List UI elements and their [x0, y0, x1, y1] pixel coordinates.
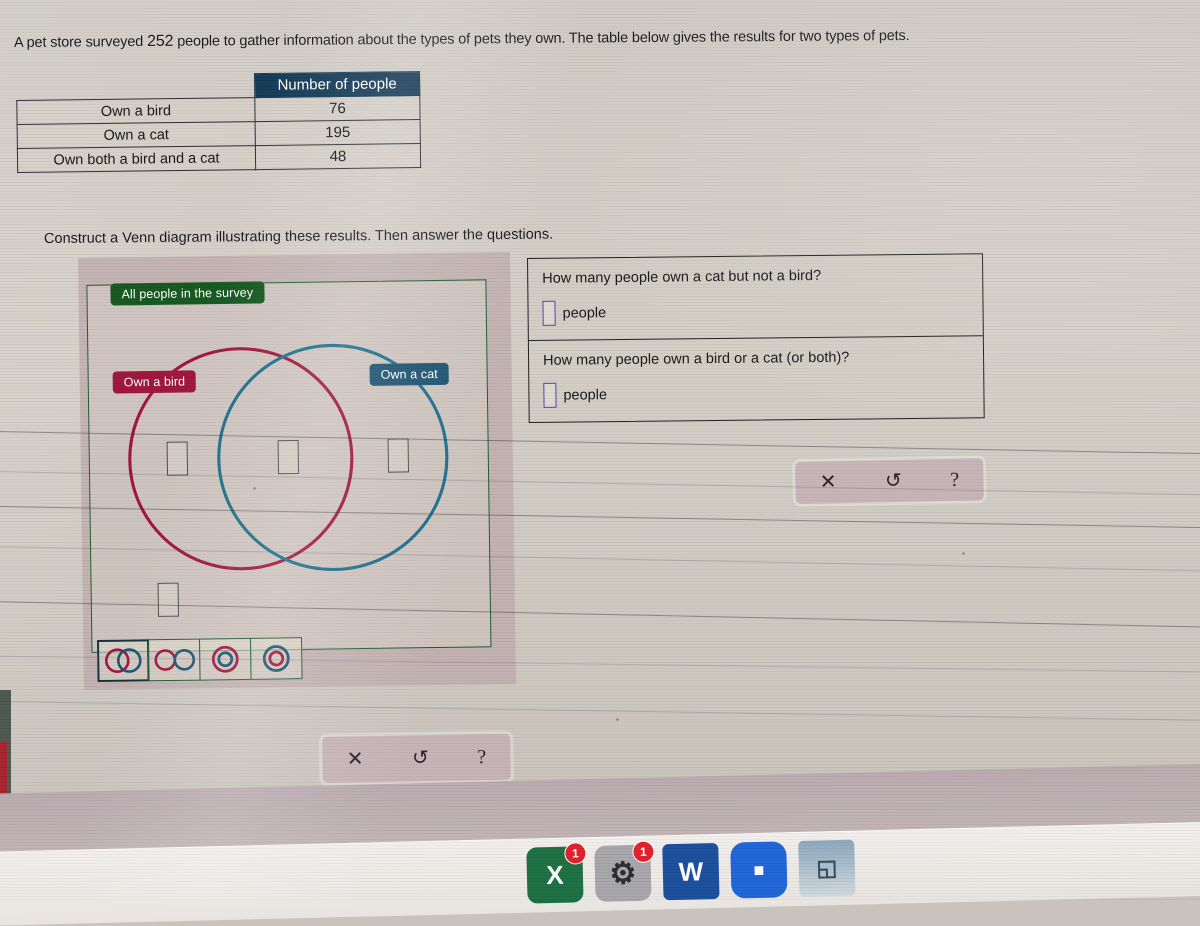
problem-intro-before: A pet store surveyed: [13, 33, 148, 51]
clear-icon[interactable]: ✕: [343, 748, 368, 770]
question-answer-row: people: [542, 296, 968, 326]
answer-input-cat-not-bird[interactable]: [542, 300, 556, 326]
question-answer-row: people: [543, 378, 969, 408]
venn-input-cat-only[interactable]: [387, 438, 410, 473]
venn-diagram-panel: All people in the survey Own a bird Own …: [78, 251, 516, 690]
undo-icon[interactable]: ↺: [408, 747, 433, 769]
dock-icon-word[interactable]: W: [662, 842, 720, 901]
table-header-number-of-people: Number of people: [254, 71, 420, 98]
venn-action-toolbar: ✕ ↺ ?: [318, 729, 515, 787]
dust-speck: [616, 718, 619, 721]
system-preferences-badge: 1: [632, 840, 655, 864]
word-icon: W: [678, 855, 704, 887]
preview-icon: ◱: [816, 855, 838, 881]
problem-intro-after: people to gather information about the t…: [173, 27, 910, 50]
undo-icon[interactable]: ↺: [881, 470, 906, 492]
table-row-value: 76: [254, 95, 421, 122]
question-text: How many people own a cat but not a bird…: [542, 267, 822, 287]
disjoint-circles-icon: [154, 648, 196, 671]
question-block: How many people own a bird or a cat (or …: [528, 335, 984, 422]
venn-input-both[interactable]: [277, 439, 300, 475]
overlapping-circles-icon: [104, 648, 142, 674]
excel-icon: X: [545, 859, 564, 890]
gear-icon: ⚙: [609, 856, 637, 891]
table-row-label: Own both a bird and a cat: [17, 145, 256, 173]
dust-speck: [253, 487, 256, 490]
palette-option-bird-inside-cat[interactable]: [249, 637, 303, 680]
questions-toolbar-inner: ✕ ↺ ?: [795, 458, 984, 504]
video-camera-icon: ■: [753, 859, 765, 880]
question-block: How many people own a cat but not a bird…: [528, 254, 983, 340]
venn-input-neither[interactable]: [157, 582, 180, 617]
venn-cat-label: Own a cat: [369, 362, 449, 386]
questions-card: How many people own a cat but not a bird…: [527, 253, 985, 423]
venn-universe-label: All people in the survey: [110, 281, 265, 306]
questions-action-toolbar: ✕ ↺ ?: [791, 454, 988, 508]
table-row-value: 195: [255, 119, 421, 146]
dock-icon-preview[interactable]: ◱: [798, 839, 856, 897]
table-row-label: Own a cat: [17, 121, 256, 149]
table-corner-cell: [17, 74, 255, 101]
answer-input-bird-or-cat[interactable]: [543, 382, 557, 408]
help-icon[interactable]: ?: [946, 469, 963, 491]
table-row-label: Own a bird: [16, 97, 256, 125]
venn-input-bird-only[interactable]: [166, 441, 189, 476]
results-table: Number of people Own a bird 76 Own a cat…: [16, 71, 421, 173]
excel-badge: 1: [564, 842, 587, 865]
nested-circles-teal-outer-icon: [262, 645, 290, 672]
venn-bird-label: Own a bird: [112, 370, 197, 394]
results-table-wrapper: Number of people Own a bird 76 Own a cat…: [16, 71, 421, 173]
table-row: Own both a bird and a cat 48: [17, 143, 421, 173]
answer-unit: people: [562, 304, 607, 322]
dock-icon-excel[interactable]: X 1: [526, 842, 587, 904]
question-text: How many people own a bird or a cat (or …: [542, 349, 850, 369]
venn-shape-palette: [97, 637, 303, 683]
nested-circles-red-outer-icon: [211, 645, 239, 673]
palette-option-disjoint-circles[interactable]: [147, 638, 201, 682]
answer-unit: people: [563, 386, 608, 404]
dock-icon-system-preferences[interactable]: ⚙ 1: [594, 840, 655, 902]
help-icon[interactable]: ?: [473, 746, 490, 768]
survey-count: 252: [147, 32, 174, 50]
venn-toolbar-inner: ✕ ↺ ?: [322, 733, 511, 783]
clear-icon[interactable]: ✕: [816, 471, 841, 493]
instruction-text: Construct a Venn diagram illustrating th…: [43, 226, 554, 247]
dust-speck: [962, 552, 965, 555]
problem-statement: A pet store surveyed 252 people to gathe…: [14, 25, 1134, 52]
table-row-value: 48: [255, 143, 421, 170]
palette-option-cat-inside-bird[interactable]: [198, 637, 252, 681]
palette-option-overlapping-circles[interactable]: [97, 639, 150, 683]
dock-icon-zoom[interactable]: ■: [730, 841, 788, 899]
